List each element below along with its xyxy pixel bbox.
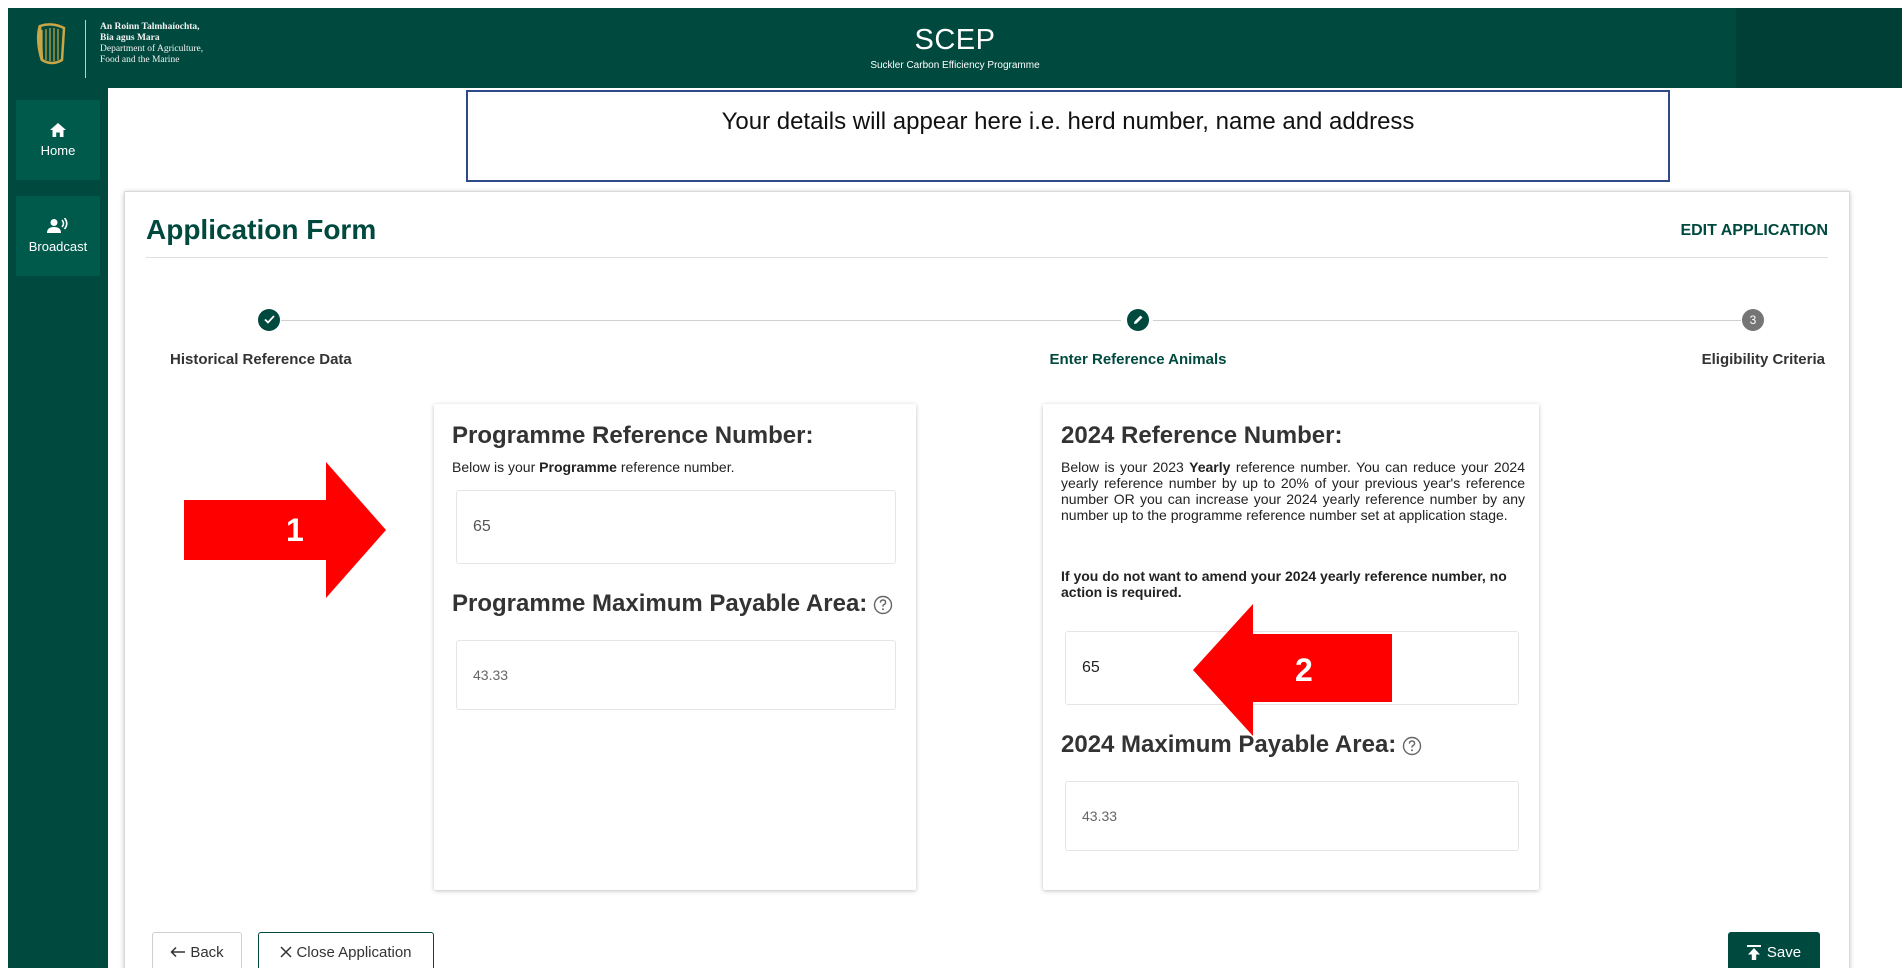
desc-text-end: reference number. [616,459,735,475]
save-label: Save [1766,943,1802,961]
page-title: Application Form [146,214,377,245]
pencil-icon [1133,315,1142,324]
yearly-area-field: 43.33 [1065,781,1519,851]
programme-area-field: 43.33 [456,640,896,710]
programme-reference-field: 65 [456,490,896,564]
side-navigation: Home Broadcast [8,88,108,968]
nav-home-label: Home [40,143,76,158]
help-icon[interactable] [1402,736,1422,756]
desc-text: Below is your [452,459,540,475]
nav-item-home[interactable]: Home [16,100,100,180]
app-title: SCEP [914,24,996,56]
title-divider [146,257,1828,258]
back-label: Back [190,943,224,961]
close-application-label: Close Application [296,943,412,961]
yearly-desc-text: Below is your 2023 [1061,459,1190,475]
programme-reference-heading: Programme Reference Number: [452,422,814,449]
annotation-arrow-1-icon [184,462,386,598]
back-button[interactable]: Back [152,932,242,968]
programme-reference-description: Below is your Programme reference number… [452,459,734,475]
step-2-label: Enter Reference Animals [1049,351,1227,368]
step-2-active[interactable] [1127,309,1149,331]
close-icon [280,946,292,958]
step-3-pending[interactable]: 3 [1742,309,1764,331]
nav-broadcast-label: Broadcast [28,239,88,254]
programme-area-heading: Programme Maximum Payable Area: [452,590,893,618]
step-3-label: Eligibility Criteria [1701,351,1825,368]
home-icon [50,123,66,137]
step-1-complete[interactable] [258,309,280,331]
yearly-reference-description: Below is your 2023 Yearly reference numb… [1061,459,1525,523]
yearly-no-action-note: If you do not want to amend your 2024 ye… [1061,568,1507,600]
desc-bold: Programme [539,459,617,475]
header-user-area[interactable] [1736,8,1902,88]
stepper-line-2 [1153,320,1741,321]
yearly-desc-bold: Yearly [1189,459,1231,475]
app-subtitle: Suckler Carbon Efficiency Programme [870,60,1040,71]
annotation-label-2: 2 [1295,652,1313,688]
close-application-button[interactable]: Close Application [258,932,434,968]
arrow-left-icon [170,946,186,958]
details-banner: Your details will appear here i.e. herd … [466,90,1670,182]
stepper-line-1 [281,320,1121,321]
broadcast-icon [47,218,68,233]
yearly-reference-heading: 2024 Reference Number: [1061,422,1343,449]
help-icon[interactable] [873,595,893,615]
annotation-arrow-2-icon [1193,604,1392,736]
upload-icon [1746,944,1761,960]
programme-reference-panel: Programme Reference Number: Below is you… [434,404,916,890]
app-header: An Roinn Talmhaíochta, Bia agus Mara Dep… [8,8,1902,88]
annotation-label-1: 1 [286,512,304,548]
step-1-label: Historical Reference Data [170,351,352,368]
save-button[interactable]: Save [1728,932,1820,968]
nav-item-broadcast[interactable]: Broadcast [16,196,100,276]
programme-area-heading-text: Programme Maximum Payable Area: [452,590,868,617]
edit-application-link[interactable]: EDIT APPLICATION [1680,222,1828,240]
check-icon [263,315,275,324]
